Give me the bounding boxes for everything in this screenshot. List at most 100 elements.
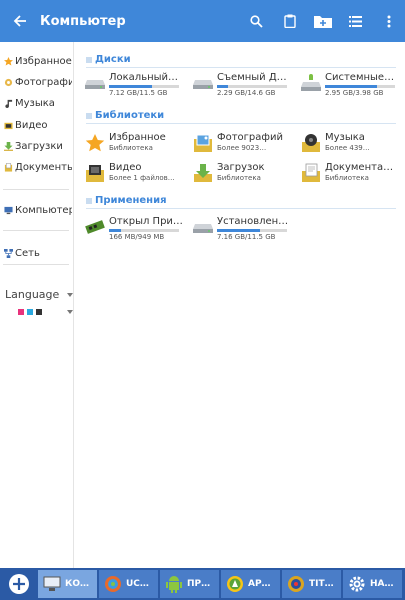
- library-tile-music[interactable]: Музыка Более 439…: [300, 132, 404, 158]
- usage-bar: [109, 85, 179, 88]
- more-button[interactable]: [372, 0, 405, 42]
- sidebar-item-favorites[interactable]: Избранное: [0, 51, 72, 71]
- usage-bar: [325, 85, 395, 88]
- computer-icon: [3, 205, 13, 215]
- taskbar-item-label: UC…: [126, 579, 149, 589]
- tile-name: Открыл При…: [109, 216, 183, 227]
- usage-bar-fill: [217, 229, 261, 232]
- page-title: Компьютер: [40, 13, 126, 29]
- globe-icon: [103, 574, 123, 594]
- download-icon: [192, 162, 214, 184]
- add-circle-icon: [9, 574, 29, 594]
- tile-subtitle: Более 1 файлов…: [109, 174, 175, 182]
- sidebar-item-label: Документы: [15, 161, 72, 173]
- sidebar-item-label: Загрузки: [15, 140, 63, 152]
- app-bar: Компьютер: [0, 0, 405, 42]
- arrow-left-icon: [13, 15, 26, 27]
- sidebar-item-photos[interactable]: Фотографии: [0, 72, 72, 92]
- theme-color-selector[interactable]: [18, 309, 73, 315]
- sidebar-item-label: Видео: [15, 119, 48, 131]
- usage-bar-fill: [109, 229, 121, 232]
- download-icon: [3, 141, 13, 151]
- hard-drive-icon: [192, 216, 214, 238]
- tile-name: Локальный…: [109, 72, 179, 83]
- usage-bar: [109, 229, 179, 232]
- taskbar-item-computer[interactable]: КО…: [38, 570, 97, 598]
- tile-subtitle: Библиотека: [325, 174, 369, 182]
- sidebar-item-label: Фотографии: [15, 76, 72, 88]
- tile-subtitle: Более 9023…: [217, 144, 267, 152]
- tile-name: Установлен…: [217, 216, 289, 227]
- chevron-down-icon: [67, 310, 73, 314]
- video-icon: [3, 120, 13, 130]
- taskbar-item-label: ПР…: [187, 579, 211, 589]
- folder-plus-icon: [313, 16, 332, 28]
- main-content: Диски Локальный… 7.12 GB/11.5 GB Съемный…: [76, 42, 405, 568]
- tile-subtitle: Библиотека: [109, 144, 153, 152]
- sidebar-item-computer[interactable]: Компьютер: [0, 200, 72, 220]
- taskbar-item-apps[interactable]: ПР…: [160, 570, 219, 598]
- tile-name: Системные…: [325, 72, 395, 83]
- library-tile-video[interactable]: Видео Более 1 файлов…: [84, 162, 188, 188]
- clipboard-button[interactable]: [273, 0, 306, 42]
- usage-bar: [217, 229, 287, 232]
- taskbar-item-apk[interactable]: AP…: [221, 570, 280, 598]
- section-title: Библиотеки: [95, 110, 165, 121]
- disk-tile-local[interactable]: Локальный… 7.12 GB/11.5 GB: [84, 72, 188, 98]
- sidebar-item-downloads[interactable]: Загрузки: [0, 136, 72, 156]
- sidebar-item-label: Сеть: [15, 247, 40, 259]
- tile-subtitle: Библиотека: [217, 174, 261, 182]
- taskbar: КО… UC… ПР… AP… TIT… HA…: [0, 568, 405, 600]
- back-button[interactable]: [0, 0, 40, 42]
- music-icon: [300, 132, 322, 154]
- language-selector[interactable]: Language: [5, 288, 73, 301]
- section-title: Применения: [95, 195, 167, 206]
- tile-name: Съемный Д…: [217, 72, 287, 83]
- library-tile-favorites[interactable]: Избранное Библиотека: [84, 132, 188, 158]
- app-tile-running[interactable]: Открыл При… 166 MB/949 MB: [84, 216, 188, 242]
- document-icon: [300, 162, 322, 184]
- computer-icon: [42, 574, 62, 594]
- section-header-disks: Диски: [86, 52, 396, 68]
- library-tile-downloads[interactable]: Загрузок Библиотека: [192, 162, 296, 188]
- network-icon: [3, 248, 13, 258]
- color-swatch-dark: [36, 309, 42, 315]
- section-header-libraries: Библиотеки: [86, 108, 396, 124]
- photo-icon: [192, 132, 214, 154]
- app-tile-installed[interactable]: Установлен… 7.16 GB/11.5 GB: [192, 216, 296, 242]
- clipboard-icon: [283, 14, 296, 28]
- tile-name: Музыка: [325, 132, 365, 143]
- tile-name: Документа…: [325, 162, 394, 173]
- view-list-button[interactable]: [339, 0, 372, 42]
- sidebar-item-network[interactable]: Сеть: [0, 243, 72, 263]
- taskbar-item-label: КО…: [65, 579, 90, 589]
- sidebar-item-label: Избранное: [15, 55, 72, 67]
- add-window-button[interactable]: [0, 568, 38, 600]
- taskbar-item-uc[interactable]: UC…: [99, 570, 158, 598]
- new-folder-button[interactable]: [306, 0, 339, 42]
- library-tile-photos[interactable]: Фотографий Более 9023…: [192, 132, 296, 158]
- taskbar-item-settings[interactable]: HA…: [343, 570, 402, 598]
- sidebar-item-documents[interactable]: Документы: [0, 157, 72, 177]
- taskbar-item-label: HA…: [370, 579, 394, 589]
- disk-tile-system[interactable]: Системные… 2.95 GB/3.98 GB: [300, 72, 404, 98]
- color-swatch-pink: [18, 309, 24, 315]
- usage-bar-fill: [109, 85, 153, 88]
- taskbar-item-titanium[interactable]: TIT…: [282, 570, 341, 598]
- sidebar-divider: [3, 189, 69, 190]
- disk-tile-removable[interactable]: Съемный Д… 2.29 GB/14.6 GB: [192, 72, 296, 98]
- app-badge-icon: [225, 574, 245, 594]
- star-icon: [84, 132, 106, 154]
- sidebar-item-video[interactable]: Видео: [0, 115, 72, 135]
- color-swatch-blue: [27, 309, 33, 315]
- library-tile-documents[interactable]: Документа… Библиотека: [300, 162, 404, 188]
- list-icon: [349, 15, 362, 27]
- search-button[interactable]: [240, 0, 273, 42]
- music-icon: [3, 98, 13, 108]
- section-marker: [86, 112, 92, 119]
- tile-subtitle: Более 439…: [325, 144, 370, 152]
- usage-bar-fill: [217, 85, 229, 88]
- system-drive-icon: [300, 72, 322, 94]
- usage-bar: [217, 85, 287, 88]
- sidebar-item-music[interactable]: Музыка: [0, 93, 72, 113]
